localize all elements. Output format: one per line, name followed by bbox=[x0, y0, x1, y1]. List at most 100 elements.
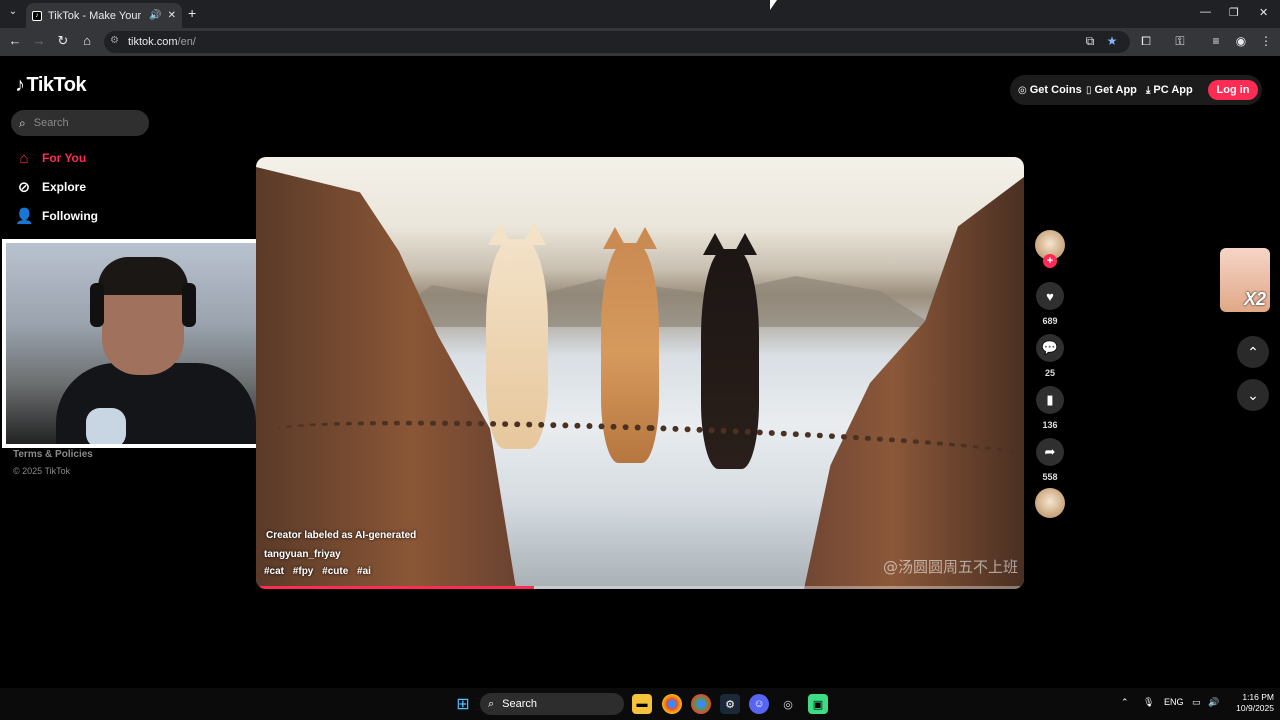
restore-icon[interactable]: ❐ bbox=[1229, 6, 1239, 19]
sidebar-item-label: Explore bbox=[42, 180, 87, 194]
url-path: /en/ bbox=[177, 36, 196, 48]
network-icon[interactable]: ▭ bbox=[1192, 697, 1201, 708]
media-control-icon[interactable]: ≡ bbox=[1208, 34, 1224, 48]
get-app-button[interactable]: ▯ Get App bbox=[1086, 79, 1137, 101]
search-input[interactable]: ⌕ Search bbox=[11, 110, 149, 136]
terms-link[interactable]: Terms & Policies bbox=[13, 449, 93, 460]
steam-icon[interactable]: ⚙ bbox=[720, 694, 740, 714]
share-button[interactable]: ➦ bbox=[1036, 438, 1064, 466]
video-player[interactable]: @汤圆圆周五不上班 Creator labeled as AI-generate… bbox=[256, 157, 1024, 589]
webcam-overlay bbox=[2, 239, 282, 448]
get-app-label: Get App bbox=[1094, 84, 1137, 96]
reload-icon[interactable]: ↻ bbox=[54, 33, 72, 49]
close-tab-icon[interactable]: ✕ bbox=[168, 10, 176, 21]
video-progress-fill bbox=[260, 586, 534, 589]
microphone-icon[interactable]: 🎙 bbox=[1143, 697, 1154, 708]
clock-date: 10/9/2025 bbox=[1236, 703, 1274, 713]
heart-icon: ♥ bbox=[1046, 288, 1054, 304]
profile-avatar[interactable]: ◉ bbox=[1233, 34, 1249, 48]
bookmark-star-icon[interactable]: ★ bbox=[1104, 34, 1120, 48]
taskbar-clock[interactable]: 1:16 PM 10/9/2025 bbox=[1224, 692, 1274, 714]
forward-icon[interactable]: → bbox=[30, 33, 48, 48]
next-video-button[interactable]: ⌄ bbox=[1237, 379, 1269, 411]
password-key-icon[interactable]: ⚿ bbox=[1172, 34, 1188, 49]
speaker-icon[interactable]: 🔊 bbox=[149, 10, 161, 21]
comment-button[interactable]: 💬 bbox=[1036, 334, 1064, 362]
language-indicator[interactable]: ENG bbox=[1164, 697, 1184, 707]
search-placeholder: Search bbox=[33, 117, 69, 129]
hashtag[interactable]: #cute bbox=[322, 566, 348, 577]
tray-chevron-icon[interactable]: ⌃ bbox=[1121, 697, 1129, 708]
video-hashtags: #cat #fpy #cute #ai bbox=[264, 566, 377, 577]
sidebar-item-following[interactable]: 👤 Following bbox=[15, 206, 98, 226]
file-explorer-icon[interactable]: ▬ bbox=[632, 694, 652, 714]
chevron-down-icon: ⌄ bbox=[1247, 386, 1259, 403]
browser-tab[interactable]: ♪ TikTok - Make Your Day 🔊 ✕ bbox=[26, 3, 182, 28]
comment-count: 25 bbox=[1044, 368, 1055, 378]
tab-list-icon[interactable]: ⌄ bbox=[6, 6, 20, 20]
site-info-icon[interactable]: ⚙ bbox=[110, 35, 119, 46]
save-count: 136 bbox=[1042, 420, 1058, 430]
download-icon: ⤓ bbox=[1146, 84, 1151, 96]
hashtag[interactable]: #ai bbox=[357, 566, 371, 577]
video-author[interactable]: tangyuan_friyay bbox=[264, 549, 341, 560]
taskbar-search-label: Search bbox=[502, 698, 538, 710]
chrome-profile-icon[interactable] bbox=[691, 694, 711, 714]
pc-app-label: PC App bbox=[1153, 84, 1193, 96]
promo-thumbnail[interactable]: X2 bbox=[1220, 248, 1270, 312]
close-window-icon[interactable]: ✕ bbox=[1259, 6, 1268, 19]
pc-app-button[interactable]: ⤓ PC App bbox=[1146, 79, 1193, 101]
new-tab-button[interactable]: + bbox=[188, 5, 196, 21]
home-browser-icon[interactable]: ⌂ bbox=[78, 33, 96, 48]
sidebar-item-for-you[interactable]: ⌂ For You bbox=[15, 148, 86, 168]
video-watermark: @汤圆圆周五不上班 bbox=[882, 558, 1018, 576]
search-icon: ⌕ bbox=[19, 115, 26, 130]
windows-start-icon[interactable]: ⊞ bbox=[453, 694, 473, 714]
comment-icon: 💬 bbox=[1041, 340, 1059, 355]
tab-title: TikTok - Make Your Day bbox=[48, 9, 143, 22]
previous-video-button[interactable]: ⌃ bbox=[1237, 336, 1269, 368]
sidebar-item-label: Following bbox=[42, 209, 98, 223]
webcam-feed bbox=[6, 243, 278, 444]
hashtag[interactable]: #fpy bbox=[293, 566, 314, 577]
volume-icon[interactable]: 🔊 bbox=[1208, 697, 1219, 708]
video-cat-white bbox=[486, 223, 548, 449]
sidebar-item-label: For You bbox=[42, 151, 87, 165]
promo-badge: X2 bbox=[1243, 289, 1266, 309]
back-icon[interactable]: ← bbox=[6, 33, 24, 48]
save-button[interactable]: ▮ bbox=[1036, 386, 1064, 414]
tiktok-note-icon: ♪ bbox=[15, 74, 25, 96]
hashtag[interactable]: #cat bbox=[264, 566, 284, 577]
like-button[interactable]: ♥ bbox=[1036, 282, 1064, 310]
minimize-icon[interactable]: — bbox=[1200, 6, 1211, 18]
copyright: © 2025 TikTok bbox=[13, 466, 71, 476]
install-app-icon[interactable]: ⧉ bbox=[1082, 34, 1098, 49]
coin-icon: ◎ bbox=[1018, 84, 1027, 96]
ai-generated-label: Creator labeled as AI-generated bbox=[266, 530, 417, 541]
sidebar-item-explore[interactable]: ⊘ Explore bbox=[15, 177, 86, 197]
chevron-up-icon: ⌃ bbox=[1247, 343, 1259, 360]
browser-menu-icon[interactable]: ⋮ bbox=[1258, 34, 1274, 48]
video-progress-bar[interactable] bbox=[260, 586, 1020, 589]
login-button[interactable]: Log in bbox=[1208, 80, 1258, 100]
app-icon[interactable]: ▣ bbox=[808, 694, 828, 714]
follow-plus-icon[interactable]: + bbox=[1043, 254, 1057, 268]
get-coins-button[interactable]: ◎ Get Coins bbox=[1018, 79, 1082, 101]
discord-icon[interactable]: ☺ bbox=[749, 694, 769, 714]
following-icon: 👤 bbox=[15, 208, 34, 225]
phone-icon: ▯ bbox=[1086, 84, 1092, 96]
obs-icon[interactable]: ◎ bbox=[778, 694, 798, 714]
url-host: tiktok.com bbox=[128, 36, 178, 48]
tiktok-logo[interactable]: ♪ TikTok bbox=[15, 74, 87, 97]
share-icon: ➦ bbox=[1044, 444, 1056, 459]
mouse-cursor bbox=[770, 0, 777, 10]
extensions-icon[interactable]: ⧠ bbox=[1138, 34, 1154, 49]
chrome-icon[interactable] bbox=[662, 694, 682, 714]
like-count: 689 bbox=[1042, 316, 1058, 326]
sound-disc-avatar[interactable] bbox=[1035, 488, 1065, 518]
video-cliff-right bbox=[804, 177, 1024, 589]
taskbar-search[interactable]: ⌕ Search bbox=[480, 693, 624, 715]
address-bar[interactable]: tiktok.com/en/ bbox=[104, 31, 1130, 53]
compass-icon: ⊘ bbox=[17, 179, 31, 196]
video-cliff-left bbox=[256, 167, 516, 589]
